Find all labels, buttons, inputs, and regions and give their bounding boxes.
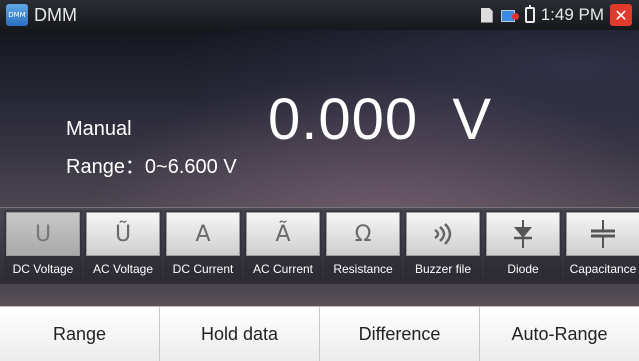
diode-button[interactable]: Diode <box>484 210 562 282</box>
resistance-label: Resistance <box>333 262 393 276</box>
close-button[interactable]: ✕ <box>610 4 632 26</box>
bottom-action-bar: Range Hold data Difference Auto-Range <box>0 306 639 361</box>
range-label: Range：0~6.600 V <box>66 156 237 178</box>
ac-voltage-icon: Ũ <box>86 212 160 256</box>
measurement-display: Manual Range：0~6.600 V 0.000 V <box>0 30 639 208</box>
buzzer-button[interactable]: Buzzer file <box>404 210 482 282</box>
difference-button[interactable]: Difference <box>320 307 480 361</box>
clock: 1:49 PM <box>540 5 604 24</box>
status-bar: DMM DMM 1:49 PM ✕ <box>0 0 639 30</box>
status-indicators: 1:49 PM ✕ <box>480 0 639 30</box>
mode-label: Manual <box>66 118 132 140</box>
app-title: DMM <box>34 4 77 25</box>
ac-voltage-button[interactable]: Ũ AC Voltage <box>84 210 162 282</box>
function-selector: U DC Voltage Ũ AC Voltage A DC Current Ã… <box>0 208 639 284</box>
dc-current-label: DC Current <box>172 262 234 276</box>
dc-voltage-button[interactable]: U DC Voltage <box>4 210 82 282</box>
dc-current-icon: A <box>166 212 240 256</box>
capacitance-icon <box>566 212 639 256</box>
divider-band <box>0 284 639 306</box>
diode-icon <box>486 212 560 256</box>
capacitance-label: Capacitance <box>569 262 637 276</box>
buzzer-icon <box>406 212 480 256</box>
resistance-button[interactable]: Ω Resistance <box>324 210 402 282</box>
ac-current-icon: Ã <box>246 212 320 256</box>
hold-data-button[interactable]: Hold data <box>160 307 320 361</box>
dc-voltage-icon: U <box>6 212 80 256</box>
range-button[interactable]: Range <box>0 307 160 361</box>
capacitance-button[interactable]: Capacitance <box>564 210 639 282</box>
network-icon <box>500 8 519 23</box>
ac-voltage-label: AC Voltage <box>92 262 154 276</box>
diode-label: Diode <box>507 262 539 276</box>
resistance-icon: Ω <box>326 212 400 256</box>
dmm-app-icon: DMM <box>6 4 28 26</box>
measurement-reading: 0.000 V <box>268 87 493 152</box>
buzzer-label: Buzzer file <box>414 262 472 276</box>
sd-card-icon <box>480 7 493 23</box>
ac-current-label: AC Current <box>252 262 314 276</box>
dc-current-button[interactable]: A DC Current <box>164 210 242 282</box>
battery-icon <box>524 5 535 23</box>
ac-current-button[interactable]: Ã AC Current <box>244 210 322 282</box>
auto-range-button[interactable]: Auto-Range <box>480 307 639 361</box>
dc-voltage-label: DC Voltage <box>12 262 74 276</box>
